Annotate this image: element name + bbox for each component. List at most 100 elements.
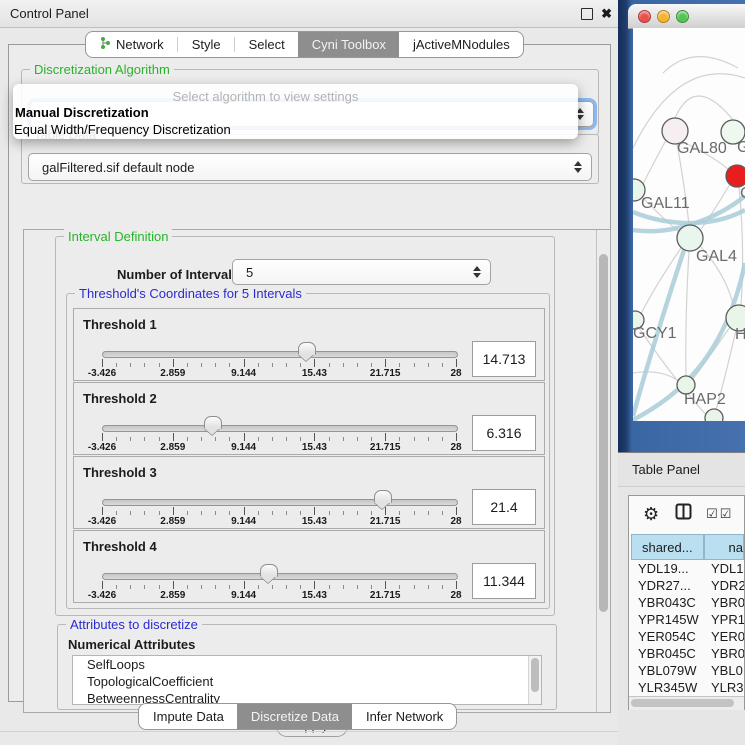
discretization-algorithm-label: Discretization Algorithm — [30, 62, 174, 77]
threshold-4-value-field[interactable]: 11.344 — [472, 563, 536, 599]
slider-track[interactable] — [102, 499, 458, 506]
attribute-item[interactable]: TopologicalCoefficient — [73, 673, 529, 690]
table-panel-titlebar: Table Panel — [618, 452, 745, 487]
close-traffic-light[interactable] — [638, 10, 651, 23]
scrollbar-thumb[interactable] — [631, 699, 734, 707]
table-row[interactable]: YBL079WYBL0 — [631, 662, 744, 679]
threshold-2-slider[interactable]: -3.4262.8599.14415.4321.71528 — [102, 383, 456, 454]
numerical-attributes-heading: Numerical Attributes — [68, 637, 195, 652]
tab-style[interactable]: Style — [178, 32, 234, 57]
tab-network[interactable]: Network — [86, 32, 177, 57]
float-window-icon[interactable] — [581, 8, 593, 20]
bottom-divider — [0, 731, 618, 732]
close-icon[interactable]: ✖ — [601, 7, 612, 20]
network-edge[interactable] — [686, 251, 689, 376]
network-canvas[interactable]: GAL80GACGAL11GAL4GCY1HAHAP2 — [633, 28, 745, 421]
slider-thumb[interactable] — [260, 564, 278, 577]
table-row[interactable]: YPR145WYPR1 — [631, 611, 744, 628]
zoom-traffic-light[interactable] — [676, 10, 689, 23]
network-edge[interactable] — [663, 57, 738, 73]
network-window: GAL80GACGAL11GAL4GCY1HAHAP2 — [618, 0, 745, 452]
combo-arrows-icon — [473, 266, 481, 278]
attribute-item[interactable]: SelfLoops — [73, 656, 529, 673]
slider-track[interactable] — [102, 425, 458, 432]
network-node[interactable] — [705, 409, 723, 421]
algorithm-dropdown-popup: Select algorithm to view settings Manual… — [13, 84, 578, 139]
tab-jactivemnodules[interactable]: jActiveMNodules — [399, 32, 523, 57]
table-row[interactable]: YER054CYER0 — [631, 628, 744, 645]
algorithm-option-equal-width[interactable]: Equal Width/Frequency Discretization — [14, 122, 231, 137]
columns-icon[interactable] — [675, 503, 692, 525]
network-tree-icon — [100, 36, 111, 53]
slider-ticks — [102, 359, 456, 368]
threshold-3-value-field[interactable]: 21.4 — [472, 489, 536, 525]
table-row[interactable]: YDL19...YDL1 — [631, 560, 744, 577]
vertical-scrollbar[interactable] — [596, 230, 610, 712]
slider-thumb[interactable] — [374, 490, 392, 503]
tab-infer-network[interactable]: Infer Network — [352, 704, 456, 729]
network-edge[interactable] — [643, 140, 666, 184]
slider-ticks — [102, 581, 456, 590]
algorithm-option-manual[interactable]: Manual Discretization — [15, 105, 149, 120]
app-root: Control Panel ✖ Network Style Select Cyn… — [0, 0, 745, 745]
table-data-combo-value: galFiltered.sif default node — [42, 160, 194, 175]
slider-track[interactable] — [102, 351, 458, 358]
tab-discretize-data[interactable]: Discretize Data — [237, 704, 352, 729]
threshold-4-slider[interactable]: -3.4262.8599.14415.4321.71528 — [102, 531, 456, 602]
table-toolbar: ⚙ ☑☑ — [629, 496, 744, 532]
gear-icon[interactable]: ⚙ — [643, 504, 659, 525]
threshold-1-value-field[interactable]: 14.713 — [472, 341, 536, 377]
network-edge[interactable] — [675, 96, 733, 120]
node-label: GAL11 — [641, 195, 690, 212]
numerical-attributes-list[interactable]: SelfLoopsTopologicalCoefficientBetweenne… — [72, 655, 542, 705]
node-table: ⚙ ☑☑ shared... na YDL19...YDL1YDR27...YD… — [628, 495, 745, 710]
tab-cyni-toolbox[interactable]: Cyni Toolbox — [298, 32, 399, 57]
threshold-3-slider[interactable]: -3.4262.8599.14415.4321.71528 — [102, 457, 456, 528]
column-header-shared-name[interactable]: shared... — [631, 534, 704, 560]
network-node[interactable] — [726, 165, 745, 187]
threshold-panel-3: Threshold 3 -3.4262.8599.14415.4321.7152… — [73, 456, 545, 529]
slider-thumb[interactable] — [204, 416, 222, 429]
number-of-intervals-combo[interactable]: 5 — [232, 259, 491, 285]
threshold-panel-4: Threshold 4 -3.4262.8599.14415.4321.7152… — [73, 530, 545, 603]
table-panel-title: Table Panel — [632, 462, 700, 477]
interval-definition-group: Interval Definition Number of Intervals … — [55, 236, 555, 616]
table-row[interactable]: YBR043CYBR0 — [631, 594, 744, 611]
slider-tick-labels: -3.4262.8599.14415.4321.71528 — [102, 368, 456, 380]
attributes-group-label: Attributes to discretize — [66, 617, 202, 632]
table-header: shared... na — [631, 534, 744, 560]
horizontal-scrollbar[interactable] — [629, 696, 744, 710]
table-row[interactable]: YLR345WYLR3 — [631, 679, 744, 696]
scrollbar-thumb[interactable] — [531, 658, 539, 692]
node-label: GCY1 — [633, 325, 677, 342]
tab-select[interactable]: Select — [235, 32, 298, 57]
node-label: HA — [735, 326, 745, 343]
settings-scroll-panel: Interval Definition Number of Intervals … — [23, 229, 611, 713]
threshold-panel-2: Threshold 2 -3.4262.8599.14415.4321.7152… — [73, 382, 545, 455]
minimize-traffic-light[interactable] — [657, 10, 670, 23]
slider-ticks — [102, 433, 456, 442]
control-panel-tabs: Network Style Select Cyni Toolbox jActiv… — [85, 31, 524, 58]
intervals-value: 5 — [246, 265, 253, 280]
panel-title: Control Panel — [10, 6, 89, 21]
list-scrollbar[interactable] — [528, 656, 541, 704]
select-columns-checkboxes[interactable]: ☑☑ — [706, 506, 733, 522]
slider-track[interactable] — [102, 573, 458, 580]
combo-arrows-icon — [574, 161, 582, 173]
scrollbar-thumb[interactable] — [599, 254, 608, 612]
cyni-toolbox-panel: Discretization Algorithm Table Data galF… — [8, 44, 611, 702]
slider-thumb[interactable] — [298, 342, 316, 355]
network-window-titlebar[interactable] — [628, 4, 745, 29]
slider-tick-labels: -3.4262.8599.14415.4321.71528 — [102, 516, 456, 528]
table-data-combo[interactable]: galFiltered.sif default node — [28, 153, 592, 181]
node-label: GAL4 — [696, 248, 737, 265]
threshold-2-value-field[interactable]: 6.316 — [472, 415, 536, 451]
table-row[interactable]: YDR27...YDR2 — [631, 577, 744, 594]
threshold-1-slider[interactable]: -3.4262.8599.14415.4321.71528 — [102, 309, 456, 380]
tab-impute-data[interactable]: Impute Data — [139, 704, 237, 729]
right-panel: GAL80GACGAL11GAL4GCY1HAHAP2 Table Panel … — [618, 0, 745, 745]
threshold-panel-1: Threshold 1 -3.4262.8599.14415.4321.7152… — [73, 308, 545, 381]
attributes-group: Attributes to discretize Numerical Attri… — [57, 624, 557, 710]
table-row[interactable]: YBR045CYBR0 — [631, 645, 744, 662]
column-header-name[interactable]: na — [704, 534, 744, 560]
